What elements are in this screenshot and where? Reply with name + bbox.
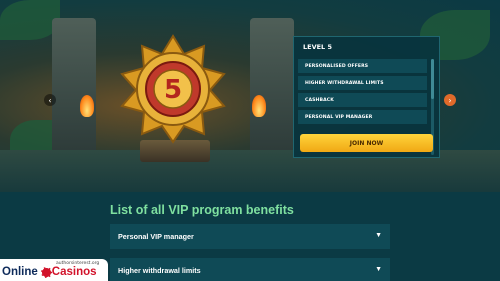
join-now-button[interactable]: JOIN NOW (300, 134, 433, 152)
accordion-label: Higher withdrawal limits (118, 266, 201, 275)
accordion-item-withdrawal-limits[interactable]: Higher withdrawal limits ▼ (110, 258, 390, 281)
chevron-down-icon: ▼ (375, 232, 382, 239)
benefit-item-withdrawal-limits: HIGHER WITHDRAWAL LIMITS (298, 76, 427, 90)
brand-part-online: Online (2, 266, 38, 278)
carousel-prev-button[interactable]: ‹ (44, 94, 56, 106)
accordion-item-vip-manager[interactable]: Personal VIP manager ▼ (110, 224, 390, 249)
level-title: LEVEL 5 (303, 43, 332, 51)
benefit-item-cashback: CASHBACK (298, 93, 427, 107)
foliage (0, 0, 60, 40)
panel-scrollbar-thumb[interactable] (431, 59, 434, 99)
hero-banner: 5 ‹ › LEVEL 5 PERSONALISED OFFERS HIGHER… (0, 0, 500, 192)
benefit-item-personalised-offers: PERSONALISED OFFERS (298, 59, 427, 73)
carousel-next-button[interactable]: › (444, 94, 456, 106)
chevron-right-icon: › (448, 95, 452, 105)
benefits-heading: List of all VIP program benefits (110, 203, 294, 217)
casino-chip-icon (41, 267, 52, 278)
benefit-item-vip-manager: PERSONAL VIP MANAGER (298, 110, 427, 124)
emblem-number: 5 (164, 75, 182, 105)
chevron-down-icon: ▼ (375, 266, 382, 273)
stone-pillar-right (250, 18, 294, 158)
torch-flame-left-icon (80, 95, 94, 117)
chevron-left-icon: ‹ (48, 95, 52, 105)
torch-flame-right-icon (252, 95, 266, 117)
accordion-label: Personal VIP manager (118, 232, 194, 241)
brand-part-casinos: Casinos (51, 266, 97, 278)
stone-pillar-left (52, 18, 96, 158)
level-emblem-icon: 5 (120, 34, 226, 144)
